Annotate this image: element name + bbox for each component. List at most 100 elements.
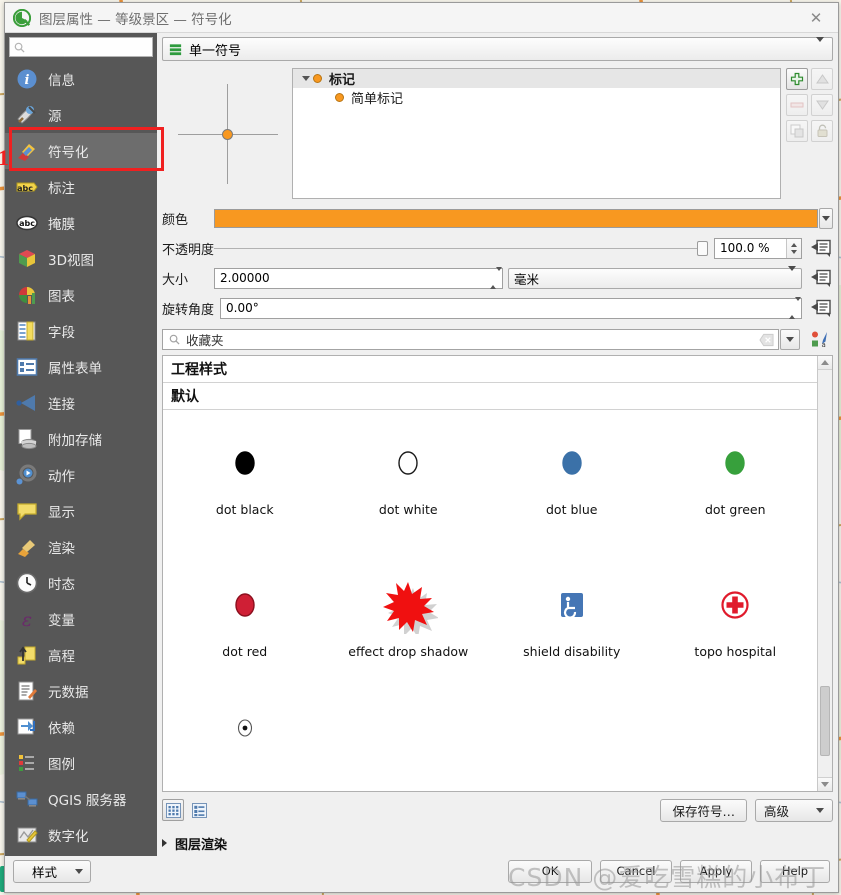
symbol-group-header[interactable]: 工程样式 bbox=[163, 356, 817, 383]
symbol-layer-tree-node[interactable]: 标记 bbox=[293, 69, 780, 88]
sidebar-item-22[interactable]: 数字化 bbox=[5, 817, 157, 853]
symbol-preview-art bbox=[163, 424, 327, 502]
symbol-gallery[interactable]: 工程样式 默认 dot black dot white dot blue dot … bbox=[163, 356, 817, 791]
symbol-group-header[interactable]: 默认 bbox=[163, 383, 817, 410]
sidebar-item-label: 符号化 bbox=[48, 145, 89, 161]
save-symbol-button[interactable]: 保存符号… bbox=[660, 798, 747, 822]
opacity-slider[interactable] bbox=[214, 238, 708, 258]
list-view-icon[interactable] bbox=[188, 799, 210, 821]
attribute-form-icon bbox=[16, 358, 38, 376]
sidebar-item-7[interactable]: 图表 bbox=[5, 277, 157, 313]
sidebar-item-16[interactable]: ε 变量 bbox=[5, 601, 157, 637]
sidebar-item-4[interactable]: abc 标注 bbox=[5, 169, 157, 205]
symbol-gallery-item[interactable]: dot blue bbox=[490, 424, 654, 566]
symbol-gallery-item[interactable] bbox=[163, 708, 327, 791]
cancel-button[interactable]: Cancel bbox=[600, 859, 672, 883]
sidebar-item-14[interactable]: 渲染 bbox=[5, 529, 157, 565]
rotation-data-defined-override-button[interactable] bbox=[809, 298, 833, 319]
sidebar-item-12[interactable]: 动作 bbox=[5, 457, 157, 493]
duplicate-symbol-layer-button[interactable] bbox=[786, 120, 808, 142]
sidebar-item-10[interactable]: 连接 bbox=[5, 385, 157, 421]
sidebar-item-1[interactable]: i 信息 bbox=[5, 61, 157, 97]
symbol-library-search-box[interactable]: 收藏夹 bbox=[162, 329, 779, 350]
grid-view-icon[interactable] bbox=[162, 799, 184, 821]
symbol-gallery-item[interactable]: dot green bbox=[654, 424, 818, 566]
style-manager-icon[interactable]: a bbox=[807, 329, 833, 350]
symbol-layer-tree[interactable]: 标记 简单标记 bbox=[292, 68, 781, 199]
sidebar-item-20[interactable]: 图例 bbox=[5, 745, 157, 781]
sidebar-search-box[interactable] bbox=[9, 37, 153, 57]
scroll-down-arrow-icon[interactable] bbox=[818, 777, 832, 791]
color-dropdown-button[interactable] bbox=[819, 207, 833, 229]
symbol-gallery-item[interactable]: topo hospital bbox=[654, 566, 818, 708]
style-menu-button[interactable]: 样式 bbox=[13, 859, 91, 883]
move-symbol-layer-up-button[interactable] bbox=[811, 68, 833, 90]
sidebar-item-11[interactable]: 附加存储 bbox=[5, 421, 157, 457]
add-symbol-layer-button[interactable] bbox=[786, 68, 808, 90]
renderer-type-combobox[interactable]: 单一符号 bbox=[162, 36, 833, 61]
symbol-library-search-value: 收藏夹 bbox=[186, 333, 224, 348]
ok-button[interactable]: OK bbox=[508, 859, 592, 883]
temporal-clock-icon bbox=[16, 572, 38, 594]
sidebar-item-5[interactable]: abc 掩膜 bbox=[5, 205, 157, 241]
dot-symbol-icon bbox=[725, 451, 745, 475]
layer-rendering-section-header[interactable]: 图层渲染 bbox=[162, 830, 833, 856]
sidebar-item-3[interactable]: 符号化 bbox=[5, 133, 157, 169]
help-button[interactable]: Help bbox=[760, 859, 830, 883]
sidebar-item-label: 时态 bbox=[48, 577, 75, 593]
gallery-scrollbar[interactable] bbox=[817, 356, 832, 791]
sidebar-item-label: 变量 bbox=[48, 613, 75, 629]
sidebar-item-21[interactable]: QGIS 服务器 bbox=[5, 781, 157, 817]
sidebar-item-17[interactable]: 高程 bbox=[5, 637, 157, 673]
symbol-gallery-item[interactable]: dot red bbox=[163, 566, 327, 708]
abc-label-icon: abc bbox=[16, 182, 38, 193]
sidebar-item-label: 源 bbox=[48, 109, 62, 125]
close-icon[interactable]: ✕ bbox=[798, 5, 834, 31]
sidebar-item-6[interactable]: 3D视图 bbox=[5, 241, 157, 277]
symbol-layer-tree-node[interactable]: 简单标记 bbox=[293, 88, 780, 107]
lock-symbol-layer-button[interactable] bbox=[811, 120, 833, 142]
size-data-defined-override-button[interactable] bbox=[809, 268, 833, 289]
dot-symbol-icon bbox=[235, 593, 255, 617]
rotation-stepper[interactable] bbox=[789, 297, 801, 319]
3d-cube-icon bbox=[19, 250, 35, 267]
sidebar-item-19[interactable]: 依赖 bbox=[5, 709, 157, 745]
dialog-title: 图层属性 — 等级景区 — 符号化 bbox=[39, 11, 232, 28]
opacity-spinbox[interactable]: 100.0 % bbox=[714, 237, 802, 259]
symbol-item-label: topo hospital bbox=[694, 644, 777, 659]
data-defined-override-icon bbox=[811, 299, 831, 317]
size-stepper[interactable] bbox=[490, 267, 502, 289]
symbol-layer-tree-row: 标记 简单标记 bbox=[162, 68, 833, 199]
sidebar-item-18[interactable]: 元数据 bbox=[5, 673, 157, 709]
size-input[interactable]: 2.00000 bbox=[214, 267, 503, 289]
symbol-library-filter-dropdown[interactable] bbox=[780, 329, 800, 350]
gallery-scrollbar-thumb[interactable] bbox=[820, 686, 830, 756]
symbol-gallery-item[interactable]: dot black bbox=[163, 424, 327, 566]
color-swatch-button[interactable] bbox=[214, 208, 818, 228]
sidebar-search-input[interactable] bbox=[29, 39, 148, 55]
symbol-gallery-item[interactable]: dot white bbox=[327, 424, 491, 566]
sidebar-item-13[interactable]: 显示 bbox=[5, 493, 157, 529]
opacity-data-defined-override-button[interactable] bbox=[809, 238, 833, 259]
chevron-down-icon[interactable] bbox=[299, 76, 313, 81]
symbol-gallery-item[interactable]: effect drop shadow bbox=[327, 566, 491, 708]
ring-dot-symbol-icon bbox=[237, 719, 252, 737]
opacity-stepper[interactable] bbox=[786, 238, 801, 258]
advanced-button[interactable]: 高级 bbox=[755, 798, 833, 822]
clear-x-icon[interactable] bbox=[759, 333, 774, 347]
preview-marker-dot bbox=[222, 129, 233, 140]
sidebar-item-15[interactable]: 时态 bbox=[5, 565, 157, 601]
sidebar-item-2[interactable]: 源 bbox=[5, 97, 157, 133]
remove-symbol-layer-button[interactable] bbox=[786, 94, 808, 116]
sidebar-item-8[interactable]: 字段 bbox=[5, 313, 157, 349]
scroll-up-arrow-icon[interactable] bbox=[818, 356, 832, 370]
apply-button[interactable]: Apply bbox=[680, 859, 752, 883]
size-unit-combobox[interactable]: 毫米 bbox=[508, 265, 802, 289]
style-menu-label: 样式 bbox=[31, 864, 57, 880]
opacity-slider-handle[interactable] bbox=[697, 241, 708, 256]
sidebar-item-label: 依赖 bbox=[48, 721, 75, 737]
sidebar-item-9[interactable]: 属性表单 bbox=[5, 349, 157, 385]
rotation-input[interactable]: 0.00° bbox=[220, 297, 802, 319]
symbol-gallery-item[interactable]: shield disability bbox=[490, 566, 654, 708]
move-symbol-layer-down-button[interactable] bbox=[811, 94, 833, 116]
